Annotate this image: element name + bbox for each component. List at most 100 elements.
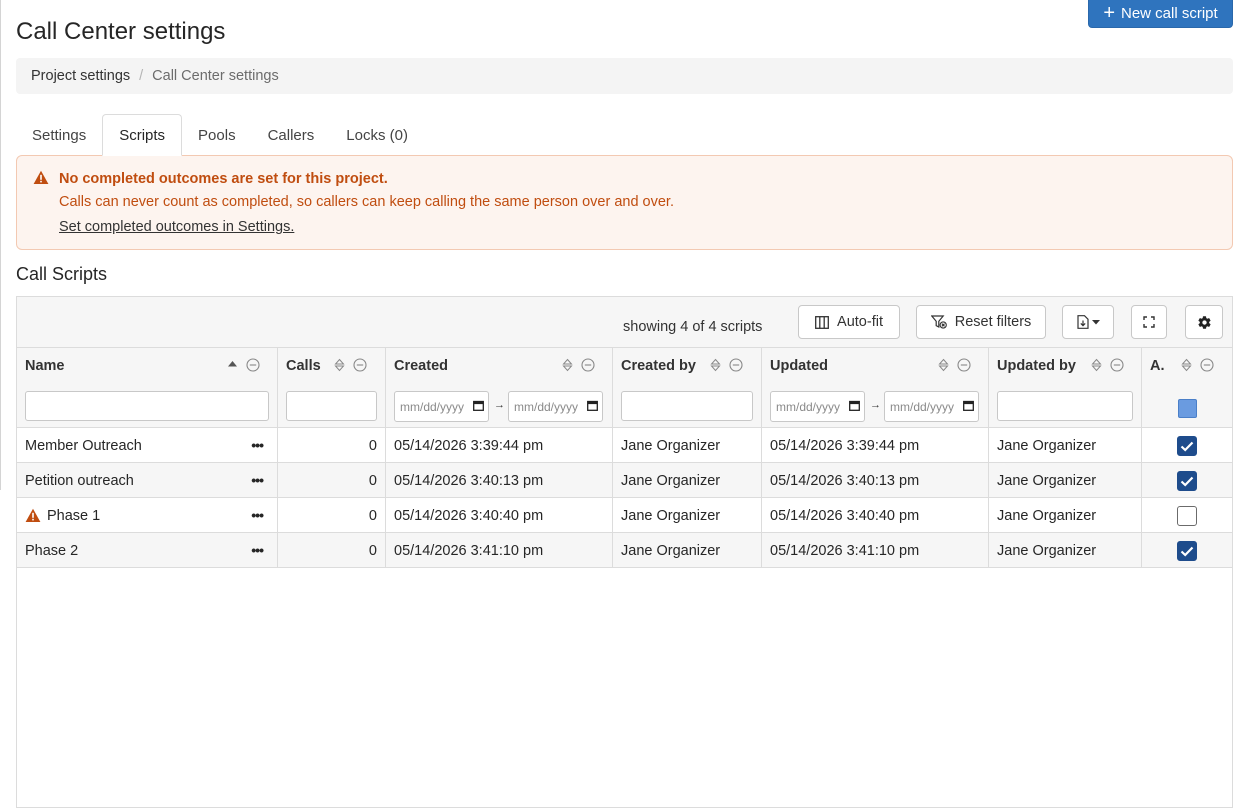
cell-created: 05/14/2026 3:40:13 pm [386,463,613,498]
sort-icon[interactable] [1181,358,1192,376]
column-header-name[interactable]: Name [17,348,278,428]
new-call-script-button[interactable]: + New call script [1088,0,1233,28]
tab-settings[interactable]: Settings [16,114,102,156]
calls-filter-input[interactable] [286,391,377,421]
fullscreen-icon [1143,316,1155,328]
table-row[interactable]: Member Outreach ••• 0 05/14/2026 3:39:44… [17,428,1232,463]
plus-icon: + [1103,1,1115,24]
script-name[interactable]: Member Outreach [25,438,142,454]
fullscreen-button[interactable] [1131,305,1167,339]
date-placeholder: mm/dd/yyyy [890,399,955,414]
column-header-updated[interactable]: Updated mm/dd/yyyy → mm/dd/yyyy [762,348,989,428]
column-header-created[interactable]: Created mm/dd/yyyy → mm/dd/yyyy [386,348,613,428]
row-menu-icon[interactable]: ••• [251,438,264,452]
cell-created: 05/14/2026 3:41:10 pm [386,533,613,568]
column-menu-icon[interactable] [581,358,595,376]
cell-created-by: Jane Organizer [613,533,762,568]
active-filter-checkbox[interactable] [1178,399,1197,418]
calendar-icon[interactable] [849,400,860,414]
export-dropdown-button[interactable] [1062,305,1114,339]
breadcrumb-project-settings[interactable]: Project settings [31,68,130,84]
calendar-icon[interactable] [473,400,484,414]
cell-updated-by: Jane Organizer [989,498,1142,533]
column-menu-icon[interactable] [729,358,743,376]
page-title: Call Center settings [16,18,226,45]
table-row[interactable]: Petition outreach ••• 0 05/14/2026 3:40:… [17,463,1232,498]
warning-triangle-icon [33,170,49,189]
alert-body: Calls can never count as completed, so c… [59,194,674,210]
active-checkbox[interactable] [1177,471,1197,491]
cell-name: Phase 2 ••• [17,533,278,568]
cell-created: 05/14/2026 3:40:40 pm [386,498,613,533]
grid-header: Name Calls Created mm/dd/yyyy → mm/dd/yy… [17,348,1232,428]
column-header-created-by[interactable]: Created by [613,348,762,428]
tab-pools[interactable]: Pools [182,114,252,156]
cell-active [1142,533,1232,568]
sort-icon[interactable] [1091,358,1102,376]
name-filter-input[interactable] [25,391,269,421]
column-label: Updated by [997,358,1076,374]
sort-icon[interactable] [938,358,949,376]
sort-icon[interactable] [334,358,345,376]
showing-count: showing 4 of 4 scripts [623,319,763,335]
table-row[interactable]: Phase 2 ••• 0 05/14/2026 3:41:10 pm Jane… [17,533,1232,568]
filter-reset-icon [930,315,947,329]
date-placeholder: mm/dd/yyyy [776,399,841,414]
cell-calls: 0 [278,428,386,463]
cell-name: Member Outreach ••• [17,428,278,463]
row-menu-icon[interactable]: ••• [251,543,264,557]
table-row[interactable]: Phase 1 ••• 0 05/14/2026 3:40:40 pm Jane… [17,498,1232,533]
cell-calls: 0 [278,463,386,498]
tab-callers[interactable]: Callers [252,114,331,156]
column-label: Created by [621,358,696,374]
column-menu-icon[interactable] [1110,358,1124,376]
script-name[interactable]: Phase 1 [47,508,100,524]
column-header-updated-by[interactable]: Updated by [989,348,1142,428]
date-placeholder: mm/dd/yyyy [400,399,465,414]
created-by-filter-input[interactable] [621,391,753,421]
tab-scripts[interactable]: Scripts [102,114,183,156]
active-checkbox[interactable] [1177,436,1197,456]
caret-down-icon [1091,319,1100,325]
no-outcomes-alert: No completed outcomes are set for this p… [16,155,1233,250]
column-menu-icon[interactable] [957,358,971,376]
section-title: Call Scripts [16,264,108,284]
script-name[interactable]: Petition outreach [25,473,134,489]
cell-created-by: Jane Organizer [613,498,762,533]
calendar-icon[interactable] [963,400,974,414]
column-header-active[interactable]: A. [1142,348,1232,428]
created-to-date-input[interactable]: mm/dd/yyyy [508,391,603,422]
sort-icon[interactable] [562,358,573,376]
script-name[interactable]: Phase 2 [25,543,78,559]
cell-updated-by: Jane Organizer [989,428,1142,463]
column-menu-icon[interactable] [1200,358,1214,376]
grid-toolbar: showing 4 of 4 scripts Auto-fit Reset fi… [17,297,1232,348]
column-menu-icon[interactable] [246,358,260,376]
reset-filters-label: Reset filters [954,314,1032,330]
cell-active [1142,498,1232,533]
auto-fit-button[interactable]: Auto-fit [798,305,900,339]
set-outcomes-link[interactable]: Set completed outcomes in Settings. [59,219,294,235]
updated-from-date-input[interactable]: mm/dd/yyyy [770,391,865,422]
column-menu-icon[interactable] [353,358,367,376]
cell-updated: 05/14/2026 3:40:40 pm [762,498,989,533]
row-menu-icon[interactable]: ••• [251,508,264,522]
reset-filters-button[interactable]: Reset filters [916,305,1046,339]
column-header-calls[interactable]: Calls [278,348,386,428]
cell-created-by: Jane Organizer [613,463,762,498]
active-checkbox[interactable] [1177,541,1197,561]
row-menu-icon[interactable]: ••• [251,473,264,487]
calendar-icon[interactable] [587,400,598,414]
checkmark-icon [1180,476,1194,487]
sort-icon[interactable] [710,358,721,376]
cell-updated: 05/14/2026 3:40:13 pm [762,463,989,498]
grid-settings-button[interactable] [1185,305,1223,339]
warning-triangle-icon [25,508,41,523]
created-from-date-input[interactable]: mm/dd/yyyy [394,391,489,422]
updated-by-filter-input[interactable] [997,391,1133,421]
cell-updated-by: Jane Organizer [989,533,1142,568]
active-checkbox[interactable] [1177,506,1197,526]
tab-locks[interactable]: Locks (0) [330,114,424,156]
updated-to-date-input[interactable]: mm/dd/yyyy [884,391,979,422]
sort-asc-icon[interactable] [227,358,238,376]
